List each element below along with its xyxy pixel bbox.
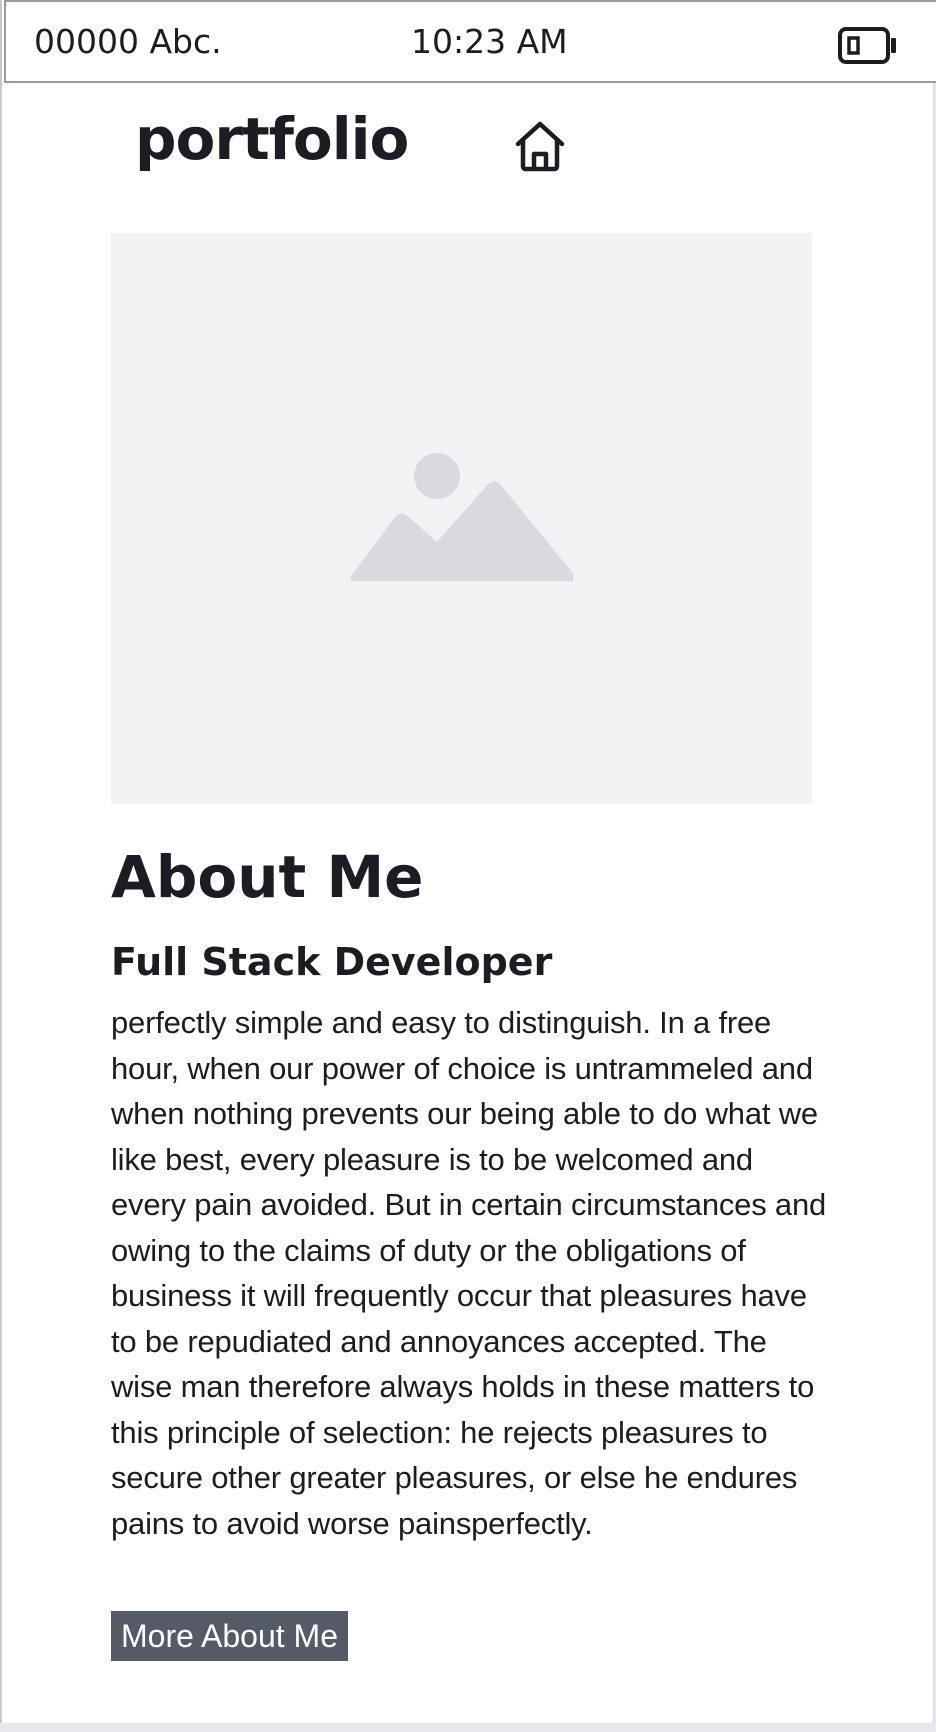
- hero-image-placeholder: [111, 233, 812, 804]
- home-icon[interactable]: [512, 118, 568, 174]
- role-subtitle: Full Stack Developer: [111, 940, 553, 984]
- battery-icon: [838, 27, 898, 64]
- image-placeholder-icon: [351, 453, 573, 581]
- status-bar: 00000 Abc. 10:23 AM: [4, 0, 936, 83]
- brand-logo[interactable]: portfolio: [135, 110, 409, 168]
- more-about-me-button[interactable]: More About Me: [111, 1611, 348, 1661]
- status-time: 10:23 AM: [411, 22, 568, 61]
- bio-paragraph: perfectly simple and easy to distinguish…: [111, 1005, 827, 1541]
- phone-screen: 00000 Abc. 10:23 AM portfolio About Me F…: [0, 0, 936, 1723]
- carrier-name: 00000 Abc.: [34, 22, 222, 61]
- about-title: About Me: [111, 843, 424, 911]
